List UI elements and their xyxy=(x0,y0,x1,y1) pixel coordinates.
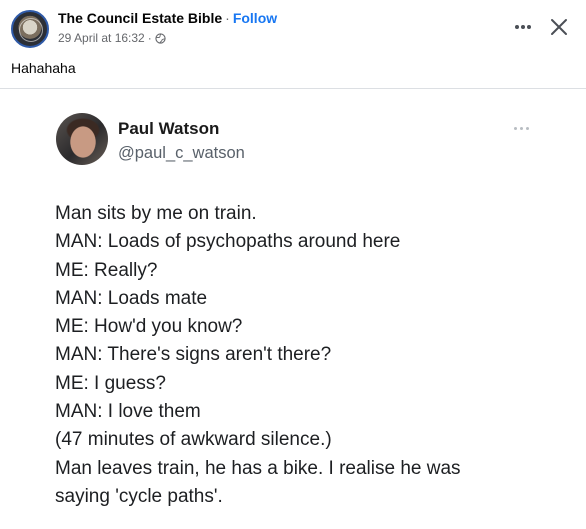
post-text: Hahahaha xyxy=(11,60,76,76)
tweet-line: Man sits by me on train. xyxy=(55,203,257,224)
tweet-line: ME: How'd you know? xyxy=(55,316,243,338)
title-separator: · xyxy=(225,10,230,26)
more-horizontal-icon xyxy=(515,25,519,29)
tweet-line: MAN: Loads mate xyxy=(55,287,208,309)
more-dot xyxy=(527,25,531,29)
tweet-more-dot xyxy=(526,127,529,130)
tweet-line: ME: Really? xyxy=(55,259,158,281)
tweet-more-dot xyxy=(520,127,523,130)
post-timestamp[interactable]: 29 April at 16:32 xyxy=(58,31,145,46)
tweet-screenshot[interactable]: Paul Watson @paul_c_watson Man sits by m… xyxy=(0,89,586,529)
page-name-link[interactable]: The Council Estate Bible xyxy=(58,10,222,26)
more-dot xyxy=(521,25,525,29)
meta-separator: · xyxy=(147,31,152,45)
page-avatar[interactable] xyxy=(11,10,49,48)
tweet-more-icon xyxy=(510,123,534,133)
more-options-button[interactable] xyxy=(508,14,538,38)
tweet-line: saying 'cycle paths'. xyxy=(55,485,223,507)
tweet-line: Man leaves train, he has a bike. I reali… xyxy=(55,457,461,479)
tweet-line: MAN: I love them xyxy=(55,401,201,423)
post-title-line: The Council Estate Bible · Follow xyxy=(58,10,277,27)
tweet-author-avatar xyxy=(56,113,108,165)
tweet-line: (47 minutes of awkward silence.) xyxy=(55,429,332,451)
post-header: The Council Estate Bible · Follow 29 April… xyxy=(0,0,586,58)
tweet-more-dot xyxy=(514,127,517,130)
tweet-line: ME: I guess? xyxy=(55,372,166,394)
tweet-body: Man sits by me on train. MAN: Loads of p… xyxy=(55,200,575,511)
tweet-author-handle: @paul_c_watson xyxy=(118,144,245,162)
tweet-line: MAN: Loads of psychopaths around here xyxy=(55,231,401,253)
tweet-line: MAN: There's signs aren't there? xyxy=(55,344,332,366)
close-icon[interactable] xyxy=(546,14,572,40)
globe-icon[interactable] xyxy=(155,33,166,44)
tweet-author-name: Paul Watson xyxy=(118,119,220,138)
follow-button[interactable]: Follow xyxy=(233,10,277,26)
post-meta: 29 April at 16:32 · xyxy=(58,31,166,46)
